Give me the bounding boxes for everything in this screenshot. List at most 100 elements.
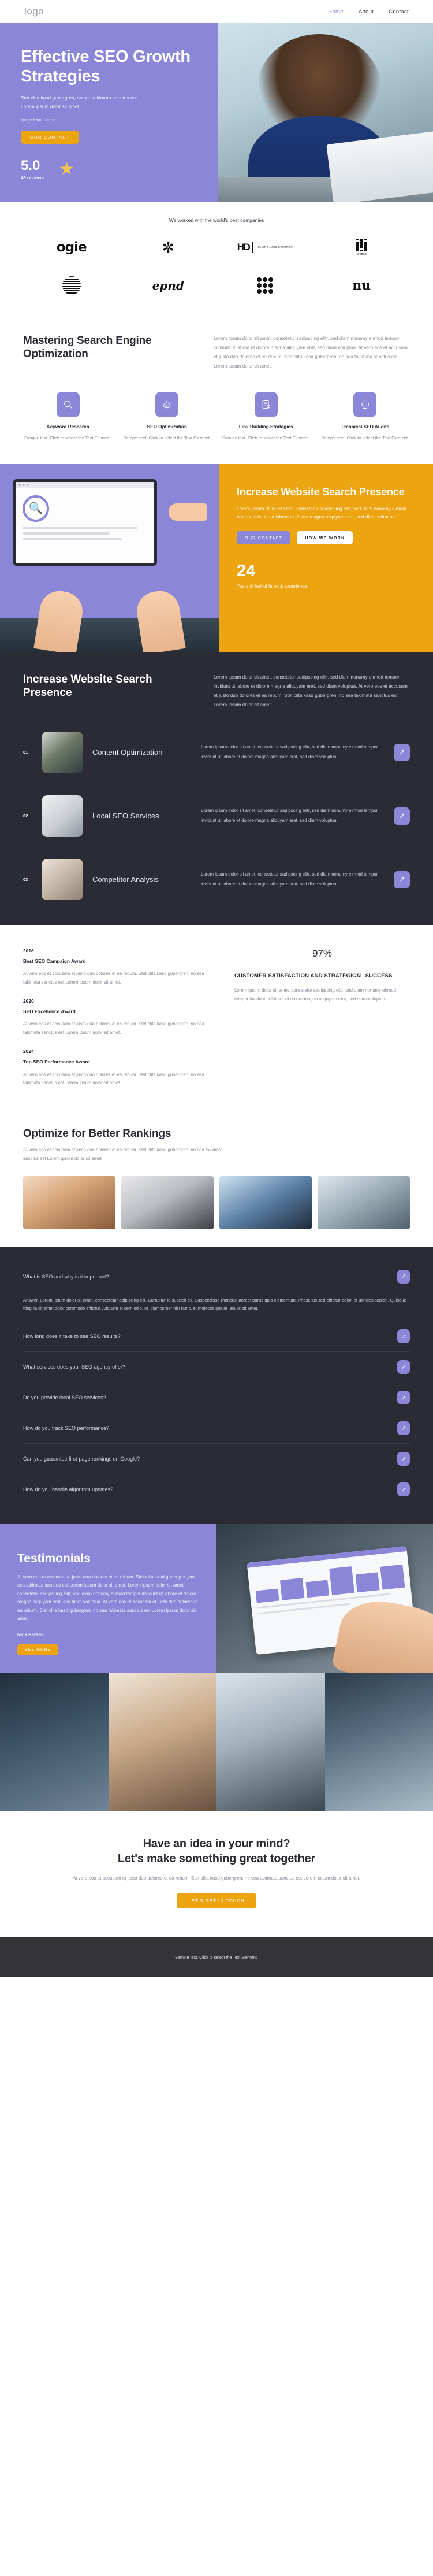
epnd-wordmark: epnd [152,279,184,292]
cta-body: At vero eos et accusam et justo duo dolo… [72,1875,361,1881]
mastering-title: Mastering Search Engine Optimization [23,335,152,361]
satisfaction-body: Lorem ipsum dolor sit amet, consetetur s… [234,987,396,1002]
hero-contact-button[interactable]: OUR CONTACT [21,130,79,144]
faq-question: Do you provide local SEO services? [23,1395,106,1401]
feature-title: Technical SEO Audits [341,424,390,429]
faq-item[interactable]: How do you handle algorithm updates? ↗ [23,1474,410,1504]
awards-section: 2016 Best SEO Campaign Award At vero eos… [0,924,433,1109]
cta-line-2: Let's make something great together [117,1852,316,1865]
feature-desc: Sample text. Click to select the Text El… [222,435,310,440]
hero-rating: 5.0 48 reviews ★ [21,157,197,180]
feature-card-seo-optimization[interactable]: SEO SEO Optimization Sample text. Click … [122,391,212,442]
arrow-up-right-icon[interactable]: ↗ [394,743,410,761]
faq-question-row[interactable]: How long does it take to see SEO results… [23,1329,410,1344]
faq-item[interactable]: Do you provide local SEO services? ↗ [23,1382,410,1414]
faq-question-row[interactable]: Can you guarantee first-page rankings on… [23,1452,410,1466]
how-we-work-button[interactable]: HOW WE WORK [297,531,353,544]
satisfaction-percent: 97% [312,947,333,959]
clients-title: We worked with the world's best companie… [169,217,264,223]
feature-card-link-building[interactable]: Link Building Strategies Sample text. Cl… [221,391,311,442]
gallery-image-4 [318,1176,410,1229]
clients-section: We worked with the world's best companie… [0,202,433,310]
hero-content: Effective SEO Growth Strategies Stet cli… [0,23,218,202]
flower-mark-icon: ✼ [162,239,175,256]
testimonials-title: Testimonials [17,1552,91,1566]
faq-question-row[interactable]: How do you track SEO performance? ↗ [23,1421,410,1436]
award-year: 2020 [23,998,34,1004]
faq-item[interactable]: How long does it take to see SEO results… [23,1321,410,1352]
optimize-section: Optimize for Better Rankings At vero eos… [0,1108,433,1247]
service-row[interactable]: 03 Competitor Analysis Lorem ipsum dolor… [23,858,410,900]
client-logo-dots [256,274,273,297]
our-contact-button[interactable]: OUR CONTACT [237,531,291,544]
faq-question-row[interactable]: How do you handle algorithm updates? ↗ [23,1482,410,1497]
faq-answer: Answer. Lorem ipsum dolor sit amet, cons… [23,1297,406,1311]
service-title: Content Optimization [92,748,163,757]
faq-question: How do you track SEO performance? [23,1425,110,1432]
arrow-up-right-icon[interactable]: ↗ [397,1421,410,1436]
page-root: logo Home About Contact Effective SEO Gr… [0,0,433,1977]
star-icon: ★ [58,160,74,179]
optimize-title: Optimize for Better Rankings [23,1128,171,1140]
award-year: 2024 [23,1048,34,1055]
presence-dark-body: Lorem ipsum dolor sit amet, consetetur s… [214,674,408,707]
years-stat-label: Years of hall of fame & experience [237,583,307,589]
service-row[interactable]: 01 Content Optimization Lorem ipsum dolo… [23,731,410,773]
dot-grid-icon [256,277,273,294]
service-thumbnail [42,731,83,773]
strip-photo-3 [216,1673,325,1812]
feature-card-keyword-research[interactable]: Keyword Research Sample text. Click to s… [23,391,113,442]
optimize-gallery [23,1176,410,1229]
faq-item[interactable]: What services does your SEO agency offer… [23,1352,410,1383]
award-year: 2016 [23,947,34,954]
nav-item-about[interactable]: About [359,9,374,15]
service-number: 03 [23,877,28,883]
presence-yellow-content: Increase Website Search Presence Lorem i… [219,464,433,652]
faq-question-row[interactable]: What services does your SEO agency offer… [23,1360,410,1374]
testimonial-body: At vero eos et accusam et justo duo dolo… [17,1574,198,1622]
client-logo-epnd: epnd [152,274,184,297]
arrow-up-right-icon[interactable]: ↗ [397,1452,410,1466]
arrow-up-right-icon[interactable]: ↗ [397,1391,410,1405]
service-desc: Lorem ipsum dolor sit amet, consetetur s… [201,872,378,887]
feature-title: Link Building Strategies [238,424,293,429]
credit-source-link[interactable]: Freepik [42,118,55,123]
site-footer: Sample text. Click to select the Text El… [0,1937,433,1977]
service-row[interactable]: 02 Local SEO Services Lorem ipsum dolor … [23,795,410,837]
arrow-up-right-icon[interactable]: ↗ [397,1329,410,1344]
arrow-up-right-icon[interactable]: ↗ [397,1482,410,1497]
main-navigation: Home About Contact [328,9,409,15]
document-link-icon [254,391,278,417]
rating-value: 5.0 [21,157,40,173]
arrow-up-right-icon[interactable]: ↗ [397,1360,410,1374]
client-logo-ogie: ogie [57,236,87,259]
feature-card-technical-audits[interactable]: Technical SEO Audits Sample text. Click … [320,391,410,442]
get-in-touch-button[interactable]: LET'S GET IN TOUCH [177,1892,256,1908]
cta-title: Have an idea in your mind? Let's make so… [23,1837,410,1866]
arrow-up-right-icon[interactable]: ↗ [394,807,410,825]
years-stat-number: 24 [237,561,256,580]
faq-question-row[interactable]: What is SEO and why is it important? ↗ [23,1269,410,1284]
testimonial-author: Nick Parsen [17,1632,44,1638]
awards-timeline: 2016 Best SEO Campaign Award At vero eos… [23,948,208,1088]
strip-photo-2 [108,1673,216,1812]
presence-illustration: 🔍 [0,464,219,652]
see-more-button[interactable]: SEE MORE [17,1644,59,1656]
svg-text:SEO: SEO [165,404,170,407]
client-logo-stripe [62,274,81,297]
arrow-up-right-icon[interactable]: ↗ [397,1269,410,1284]
rating-reviews-label: 48 reviews [21,175,44,180]
faq-item[interactable]: How do you track SEO performance? ↗ [23,1413,410,1444]
site-logo[interactable]: logo [24,6,44,17]
magnifier-icon [56,391,80,417]
presence-dark-header: Increase Website Search Presence Lorem i… [23,673,410,710]
nav-item-home[interactable]: Home [328,9,344,15]
faq-item[interactable]: Can you guarantee first-page rankings on… [23,1444,410,1475]
faq-section: What is SEO and why is it important? ↗ A… [0,1246,433,1525]
nav-item-contact[interactable]: Contact [389,9,409,15]
arrow-up-right-icon[interactable]: ↗ [394,870,410,888]
footer-text: Sample text. Click to select the Text El… [175,1954,258,1960]
faq-question-row[interactable]: Do you provide local SEO services? ↗ [23,1391,410,1405]
award-desc: At vero eos et accusam et justo duo dolo… [23,971,204,985]
faq-item[interactable]: What is SEO and why is it important? ↗ A… [23,1262,410,1322]
